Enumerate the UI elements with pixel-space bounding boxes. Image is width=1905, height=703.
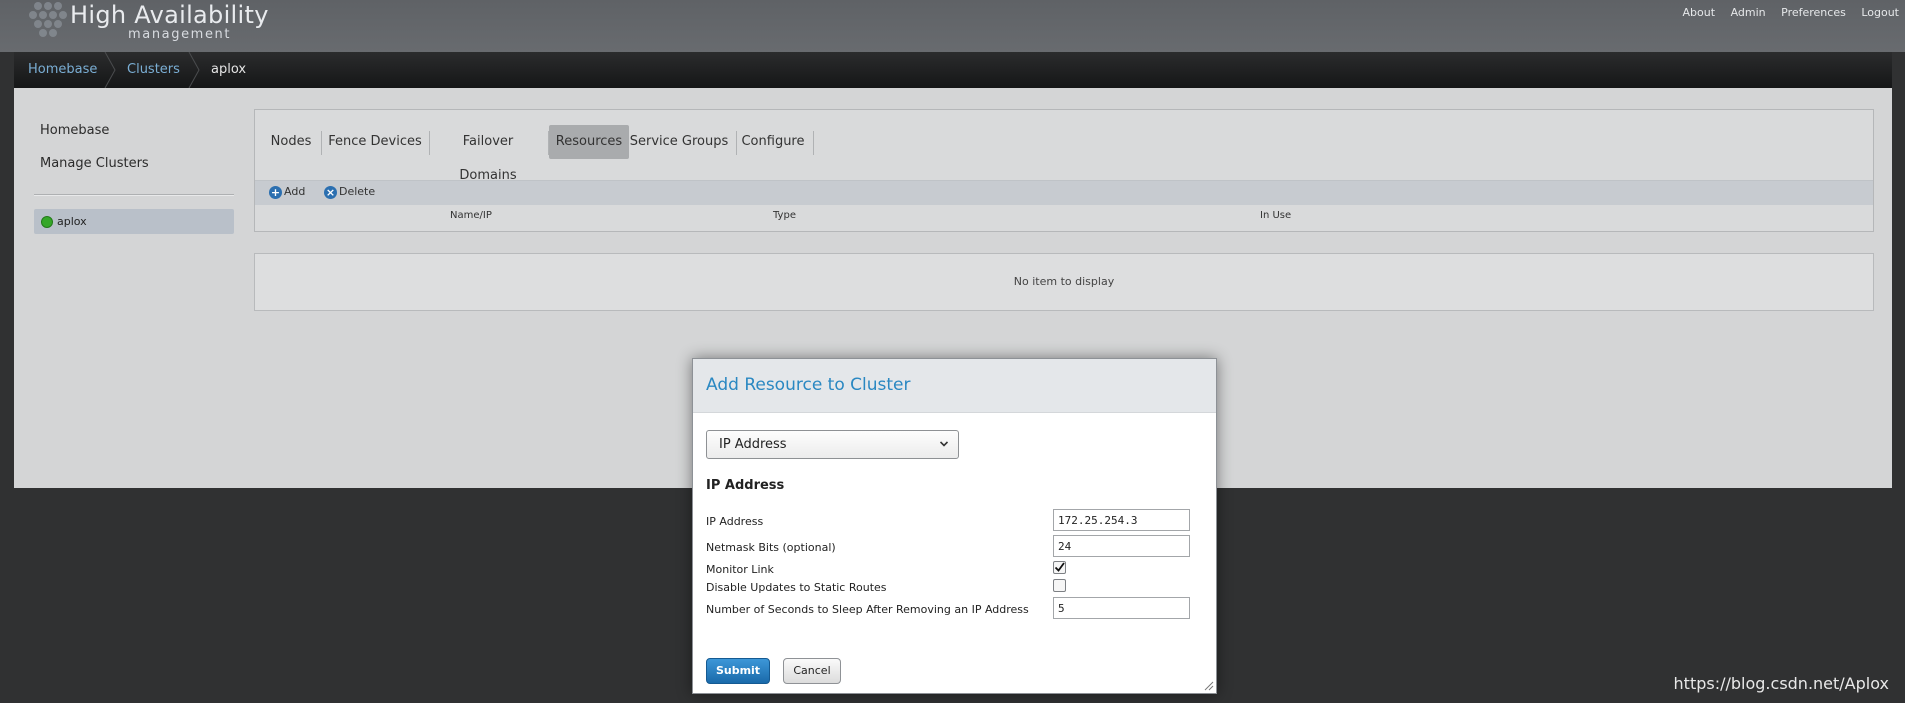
delete-button[interactable]: × Delete — [324, 185, 375, 199]
add-label: Add — [284, 185, 306, 198]
chevron-down-icon — [940, 441, 948, 447]
monitor-link-checkbox[interactable] — [1053, 561, 1066, 574]
breadcrumb-clusters[interactable]: Clusters — [127, 52, 180, 88]
breadcrumb: Homebase Clusters aplox — [14, 52, 1892, 88]
watermark: https://blog.csdn.net/Aplox — [1673, 674, 1889, 693]
dialog-title: Add Resource to Cluster — [706, 375, 911, 395]
ip-address-label: IP Address — [706, 515, 764, 528]
brand-subtitle: management — [128, 27, 232, 42]
ip-address-input[interactable] — [1053, 509, 1190, 531]
status-dot-icon — [41, 216, 53, 228]
breadcrumb-homebase[interactable]: Homebase — [28, 52, 97, 88]
column-header-type[interactable]: Type — [773, 210, 796, 221]
tab-configure[interactable]: Configure — [740, 125, 806, 159]
breadcrumb-separator-icon — [188, 52, 200, 88]
monitor-link-label: Monitor Link — [706, 563, 774, 576]
sleep-seconds-input[interactable] — [1053, 597, 1190, 619]
submit-button[interactable]: Submit — [706, 658, 770, 684]
resources-panel: Nodes Fence Devices Failover Domains Res… — [254, 109, 1874, 232]
about-link[interactable]: About — [1683, 6, 1716, 19]
logo-icon — [29, 2, 67, 37]
breadcrumb-separator-icon — [104, 52, 116, 88]
resize-grip-icon[interactable] — [1202, 679, 1214, 691]
admin-link[interactable]: Admin — [1731, 6, 1766, 19]
sidebar-item-manage-clusters[interactable]: Manage Clusters — [40, 156, 149, 171]
disable-static-routes-checkbox[interactable] — [1053, 579, 1066, 592]
resource-type-select[interactable]: IP Address — [706, 430, 959, 459]
sidebar-item-cluster[interactable]: aplox — [34, 209, 234, 234]
disable-static-routes-label: Disable Updates to Static Routes — [706, 581, 887, 594]
cluster-name: aplox — [57, 215, 87, 228]
delete-icon: × — [324, 185, 337, 199]
tab-divider — [429, 131, 430, 155]
sidebar-divider — [34, 194, 234, 196]
sidebar-item-homebase[interactable]: Homebase — [40, 123, 109, 138]
netmask-label: Netmask Bits (optional) — [706, 541, 836, 554]
brand-title: High Availability — [70, 1, 269, 29]
top-header: High Availability management About Admin… — [0, 0, 1905, 52]
tab-resources[interactable]: Resources — [549, 125, 629, 159]
cancel-button[interactable]: Cancel — [783, 658, 841, 684]
dialog-header: Add Resource to Cluster — [693, 359, 1216, 413]
empty-message: No item to display — [1013, 275, 1115, 288]
checkmark-icon — [1054, 562, 1065, 572]
breadcrumb-current: aplox — [211, 62, 247, 77]
tab-divider — [736, 131, 737, 155]
add-icon: + — [269, 185, 282, 199]
tab-failover-domains[interactable]: Failover Domains — [433, 125, 543, 183]
resources-table-body: No item to display — [254, 253, 1874, 311]
tab-nodes[interactable]: Nodes — [269, 125, 313, 159]
add-resource-dialog: Add Resource to Cluster IP Address IP Ad… — [692, 358, 1217, 694]
delete-label: Delete — [339, 185, 376, 198]
top-links: About Admin Preferences Logout — [1671, 6, 1899, 19]
add-button[interactable]: + Add — [269, 185, 305, 199]
tab-fence-devices[interactable]: Fence Devices — [328, 125, 422, 159]
tab-service-groups[interactable]: Service Groups — [629, 125, 729, 159]
tab-divider — [321, 131, 322, 155]
tab-divider — [813, 131, 814, 155]
column-header-name[interactable]: Name/IP — [450, 210, 492, 221]
resources-toolbar: + Add × Delete — [255, 180, 1873, 205]
resource-type-value: IP Address — [719, 437, 787, 452]
preferences-link[interactable]: Preferences — [1781, 6, 1846, 19]
column-header-in-use[interactable]: In Use — [1260, 210, 1291, 221]
brand: High Availability management — [70, 2, 269, 41]
section-title: IP Address — [706, 478, 785, 493]
sleep-seconds-label: Number of Seconds to Sleep After Removin… — [706, 603, 1029, 616]
logout-link[interactable]: Logout — [1861, 6, 1899, 19]
netmask-input[interactable] — [1053, 535, 1190, 557]
